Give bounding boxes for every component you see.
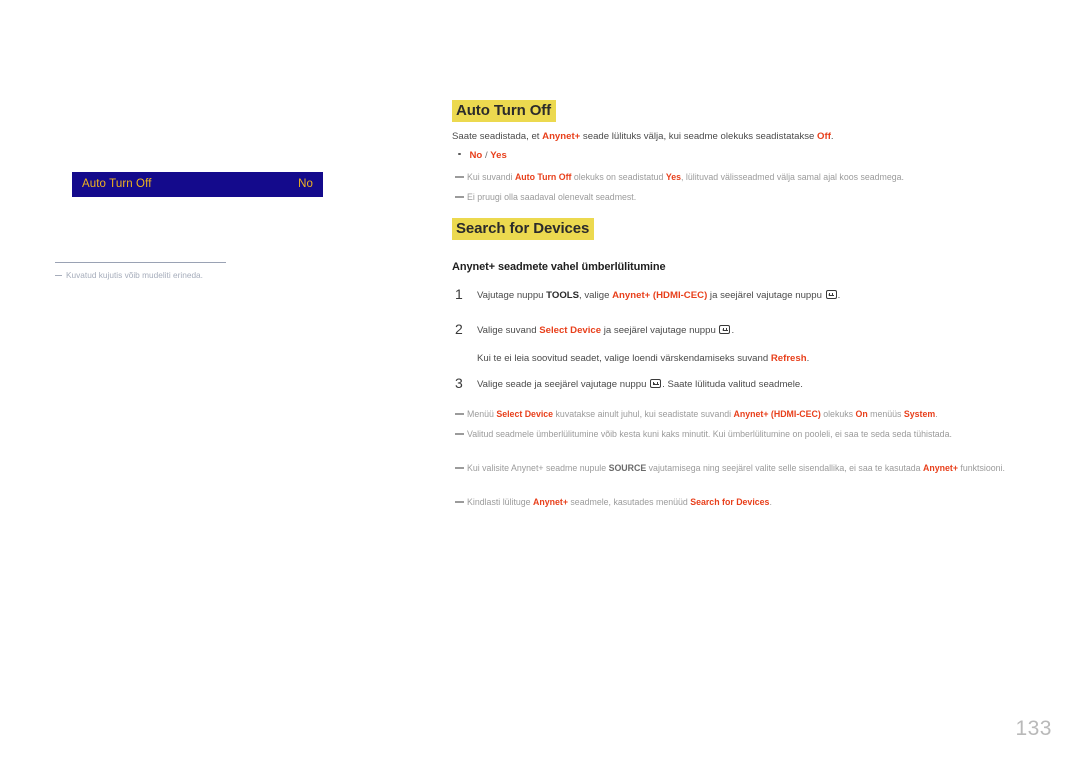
step-text: Valige seade ja seejärel vajutage nuppu … bbox=[477, 378, 1035, 392]
step-seg-a: Vajutage nuppu bbox=[477, 290, 547, 301]
note-seg-e: . bbox=[935, 409, 938, 419]
step-term-anynet-hdmi-cec: Anynet+ (HDMI-CEC) bbox=[612, 290, 708, 301]
dash-bullet-icon bbox=[55, 275, 62, 276]
step-text: Vajutage nuppu TOOLS, valige Anynet+ (HD… bbox=[477, 289, 1035, 303]
desc-term-anynet: Anynet+ bbox=[542, 131, 581, 142]
step-2-subnote: Kui te ei leia soovitud seadet, valige l… bbox=[477, 352, 1037, 366]
step-seg-a: Valige suvand bbox=[477, 325, 540, 336]
note-dash-icon bbox=[455, 413, 464, 415]
note-term-on: On bbox=[855, 409, 868, 419]
section-heading-auto-turn-off: Auto Turn Off bbox=[452, 100, 557, 122]
note-term-yes: Yes bbox=[665, 172, 682, 182]
osd-menu-label: Auto Turn Off bbox=[82, 177, 152, 190]
bullet-dot-icon bbox=[458, 152, 461, 155]
note-seg-b: olekuks on seadistatud bbox=[571, 172, 666, 182]
note-use-search-for-devices: Kindlasti lülituge Anynet+ seadmele, kas… bbox=[455, 496, 1035, 509]
note-seg-b: seadmele, kasutades menüüd bbox=[567, 497, 691, 507]
note-text: Kui suvandi Auto Turn Off olekuks on sea… bbox=[467, 171, 1035, 184]
note-text: Kindlasti lülituge Anynet+ seadmele, kas… bbox=[467, 496, 1035, 509]
step-seg-d: . bbox=[837, 290, 841, 301]
note-term-search-for-devices: Search for Devices bbox=[690, 497, 770, 507]
note-seg-c: . bbox=[769, 497, 772, 507]
figure-caption: Kuvatud kujutis võib mudeliti erineda. bbox=[55, 269, 385, 281]
step-term-tools: TOOLS bbox=[546, 290, 580, 301]
note-dash-icon bbox=[455, 467, 464, 469]
step-seg-c: ja seejärel vajutage nuppu bbox=[707, 290, 825, 301]
note-text: Ei pruugi olla saadaval olenevalt seadme… bbox=[467, 192, 637, 202]
figure-panel: Auto Turn Off No Kuvatud kujutis võib mu… bbox=[0, 0, 440, 763]
step-term-select-device: Select Device bbox=[539, 325, 602, 336]
step-seg-a: Valige seade ja seejärel vajutage nuppu bbox=[477, 379, 650, 390]
note-seg-c: olekuks bbox=[820, 409, 856, 419]
note-select-device-menu: Menüü Select Device kuvatakse ainult juh… bbox=[455, 408, 1035, 421]
step-number: 1 bbox=[455, 286, 463, 302]
step-seg-b: . Saate lülituda valitud seadmele. bbox=[662, 379, 803, 390]
auto-turn-off-options: No / Yes bbox=[458, 149, 507, 163]
section-heading-search-for-devices: Search for Devices bbox=[452, 218, 595, 240]
subnote-seg-a: Kui te ei leia soovitud seadet, valige l… bbox=[477, 353, 771, 364]
enter-key-icon bbox=[650, 379, 662, 388]
subnote-term-refresh: Refresh bbox=[770, 353, 807, 364]
option-yes: Yes bbox=[490, 150, 507, 161]
step-text: Valige suvand Select Device ja seejärel … bbox=[477, 324, 1035, 338]
note-seg-b: kuvatakse ainult juhul, kui seadistate s… bbox=[553, 409, 734, 419]
note-text: Valitud seadmele ümberlülitumine võib ke… bbox=[467, 429, 952, 439]
note-source-button: Kui valisite Anynet+ seadme nupule SOURC… bbox=[455, 462, 1035, 475]
step-seg-c: . bbox=[731, 325, 735, 336]
note-auto-turn-off-yes: Kui suvandi Auto Turn Off olekuks on sea… bbox=[455, 171, 1035, 184]
option-values: No / Yes bbox=[470, 149, 507, 163]
note-seg-b: vajutamisega ning seejärel valite selle … bbox=[646, 463, 923, 473]
subnote-seg-b: . bbox=[806, 353, 810, 364]
note-dash-icon bbox=[455, 433, 464, 435]
page-number: 133 bbox=[1015, 717, 1052, 740]
section-heading-text: Auto Turn Off bbox=[452, 100, 557, 122]
auto-turn-off-description: Saate seadistada, et Anynet+ seade lülit… bbox=[452, 130, 1027, 144]
note-term-source: SOURCE bbox=[608, 463, 647, 473]
note-seg-d: menüüs bbox=[867, 409, 904, 419]
note-switching-duration: Valitud seadmele ümberlülitumine võib ke… bbox=[455, 428, 1035, 441]
step-number: 2 bbox=[455, 321, 463, 337]
note-seg-c: funktsiooni. bbox=[957, 463, 1005, 473]
step-seg-b: ja seejärel vajutage nuppu bbox=[601, 325, 719, 336]
note-term-anynet: Anynet+ bbox=[923, 463, 958, 473]
note-term-system: System bbox=[903, 409, 936, 419]
sub-heading-switching-between-devices: Anynet+ seadmete vahel ümberlülitumine bbox=[452, 261, 666, 273]
note-seg-c: , lülituvad välisseadmed välja samal aja… bbox=[681, 172, 904, 182]
osd-menu-row-auto-turn-off[interactable]: Auto Turn Off No bbox=[72, 172, 323, 197]
note-seg-a: Kindlasti lülituge bbox=[467, 497, 534, 507]
step-number: 3 bbox=[455, 375, 463, 391]
step-seg-b: , valige bbox=[579, 290, 613, 301]
step-item-2: 2 Valige suvand Select Device ja seejäre… bbox=[455, 321, 1035, 338]
option-no: No bbox=[469, 150, 483, 161]
note-term-auto-turn-off: Auto Turn Off bbox=[514, 172, 572, 182]
figure-caption-text: Kuvatud kujutis võib mudeliti erineda. bbox=[66, 270, 203, 280]
figure-caption-divider bbox=[55, 262, 226, 263]
note-seg-a: Kui suvandi bbox=[467, 172, 515, 182]
note-term-anynet: Anynet+ bbox=[533, 497, 568, 507]
osd-menu-value: No bbox=[298, 177, 313, 190]
enter-key-icon bbox=[825, 290, 837, 299]
note-availability: Ei pruugi olla saadaval olenevalt seadme… bbox=[455, 191, 1035, 204]
note-seg-a: Menüü bbox=[467, 409, 497, 419]
enter-key-icon bbox=[719, 325, 731, 334]
note-term-select-device: Select Device bbox=[496, 409, 554, 419]
note-term-anynet-hdmi-cec: Anynet+ (HDMI-CEC) bbox=[733, 409, 821, 419]
note-dash-icon bbox=[455, 196, 464, 198]
note-text: Kui valisite Anynet+ seadme nupule SOURC… bbox=[467, 462, 1035, 475]
section-heading-text: Search for Devices bbox=[452, 218, 595, 240]
desc-text-c: . bbox=[830, 131, 834, 142]
note-dash-icon bbox=[455, 501, 464, 503]
note-seg-a: Kui valisite Anynet+ seadme nupule bbox=[467, 463, 609, 473]
desc-text-b: seade lülituks välja, kui seadme olekuks… bbox=[580, 131, 818, 142]
desc-term-off: Off bbox=[817, 131, 831, 142]
note-text: Menüü Select Device kuvatakse ainult juh… bbox=[467, 408, 1035, 421]
content-column: Auto Turn Off Saate seadistada, et Anyne… bbox=[452, 0, 1052, 763]
desc-text-a: Saate seadistada, et bbox=[452, 131, 543, 142]
step-item-1: 1 Vajutage nuppu TOOLS, valige Anynet+ (… bbox=[455, 286, 1035, 303]
note-dash-icon bbox=[455, 176, 464, 178]
step-item-3: 3 Valige seade ja seejärel vajutage nupp… bbox=[455, 375, 1035, 392]
